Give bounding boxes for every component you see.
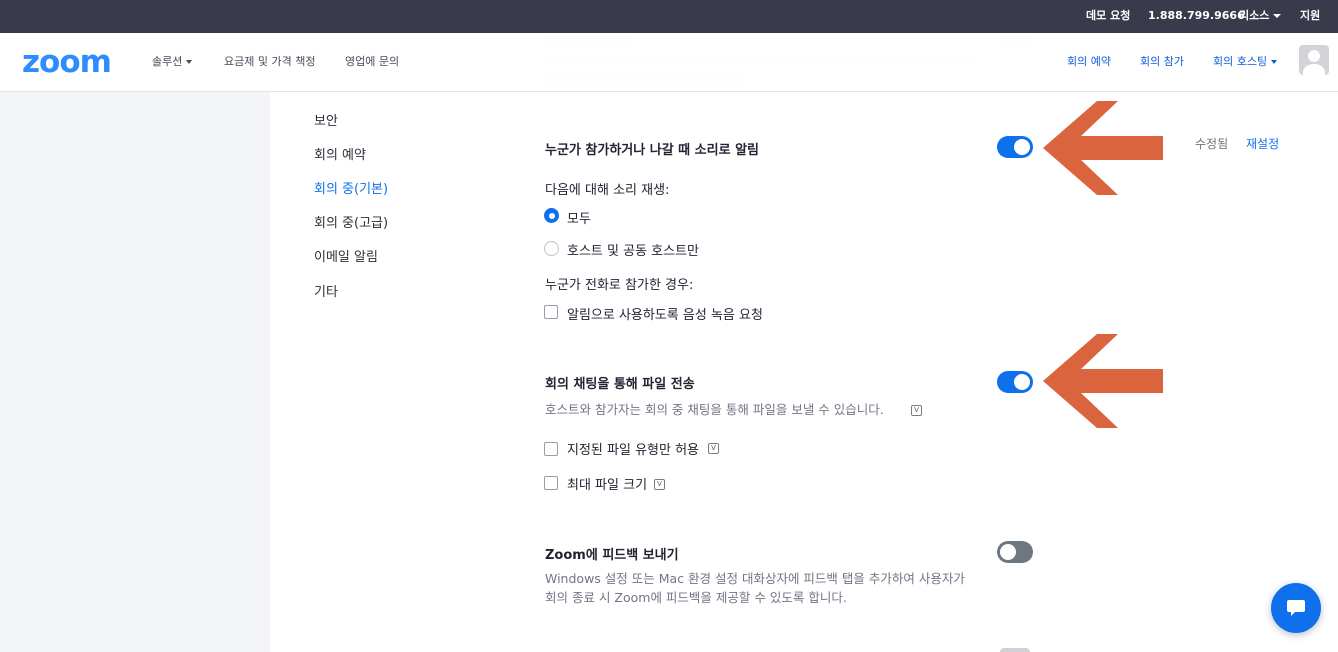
info-v-icon[interactable]: V [654,479,665,490]
avatar[interactable] [1299,45,1329,75]
feedback-title: Zoom에 피드백 보내기 [545,548,679,563]
zoom-logo[interactable]: zoom [22,47,112,78]
solutions-label: 솔루션 [152,55,183,68]
radio-everyone[interactable] [544,208,559,223]
info-v-icon[interactable]: V [911,405,922,416]
record-name-label: 알림으로 사용하도록 음성 녹음 요청 [567,308,763,323]
host-meeting-label: 회의 호스팅 [1213,55,1268,68]
left-background [0,33,270,652]
radio-everyone-label: 모두 [567,212,591,227]
toggle-knob [1014,139,1030,155]
demo-request-link[interactable]: 데모 요청 [1086,0,1130,33]
chevron-down-icon [1271,60,1278,64]
next-setting-toggle-partial [1000,648,1030,652]
contact-sales-link[interactable]: 영업에 문의 [345,33,399,91]
annotation-arrow-left-icon [1043,334,1163,428]
resources-menu[interactable]: 리소스 [1239,0,1282,33]
record-name-checkbox[interactable] [544,305,558,319]
max-file-size-checkbox[interactable] [544,476,558,490]
reset-link[interactable]: 재설정 [1246,135,1279,152]
sound-notification-title: 누군가 참가하거나 나갈 때 소리로 알림 [545,143,759,158]
annotation-arrow-left-icon [1043,101,1163,195]
feedback-toggle[interactable] [997,541,1033,563]
toggle-knob [1000,544,1016,560]
specified-file-types-label: 지정된 파일 유형만 허용 [567,443,699,458]
sidebar-item-schedule-meeting[interactable]: 회의 예약 [314,144,366,163]
sidebar-item-in-meeting-basic[interactable]: 회의 중(기본) [314,178,388,197]
support-link[interactable]: 지원 [1300,0,1320,33]
radio-host-only[interactable] [544,241,559,256]
max-file-size-label: 최대 파일 크기 [567,478,648,493]
host-meeting-menu[interactable]: 회의 호스팅 [1213,33,1278,91]
specified-file-types-checkbox[interactable] [544,442,558,456]
chevron-down-icon [1273,14,1282,18]
file-transfer-toggle[interactable] [997,371,1033,393]
schedule-meeting-link[interactable]: 회의 예약 [1067,33,1111,91]
sidebar-item-other[interactable]: 기타 [314,281,338,300]
chat-bubble-icon [1287,600,1305,616]
pricing-link[interactable]: 요금제 및 가격 책정 [224,33,315,91]
file-transfer-description: 호스트와 참가자는 회의 중 채팅을 통해 파일을 보낼 수 있습니다. [545,402,884,417]
play-sound-for-label: 다음에 대해 소리 재생: [545,183,670,198]
avatar-head [1308,50,1320,62]
resources-label: 리소스 [1239,9,1270,22]
radio-host-only-label: 호스트 및 공동 호스트만 [567,244,699,259]
sidebar-item-email-notification[interactable]: 이메일 알림 [314,246,378,265]
file-transfer-title: 회의 채팅을 통해 파일 전송 [545,377,695,392]
solutions-menu[interactable]: 솔루션 [152,33,193,91]
chat-support-button[interactable] [1271,583,1321,633]
sidebar-item-security[interactable]: 보안 [314,110,338,129]
modified-label: 수정됨 [1195,137,1229,151]
main-navigation: zoom 솔루션 요금제 및 가격 책정 영업에 문의 회의 예약 회의 참가 … [0,33,1338,92]
chevron-down-icon [186,60,193,64]
info-v-icon[interactable]: V [708,443,719,454]
toggle-knob [1014,374,1030,390]
join-meeting-link[interactable]: 회의 참가 [1140,33,1184,91]
phone-join-label: 누군가 전화로 참가한 경우: [545,278,694,293]
top-utility-bar: 데모 요청 1.888.799.9666 리소스 지원 [0,0,1338,33]
sidebar-item-in-meeting-advanced[interactable]: 회의 중(고급) [314,212,388,231]
avatar-body [1303,64,1325,75]
sound-notification-toggle[interactable] [997,136,1033,158]
feedback-description: Windows 설정 또는 Mac 환경 설정 대화상자에 피드백 탭을 추가하… [545,571,965,605]
phone-number[interactable]: 1.888.799.9666 [1148,0,1245,33]
